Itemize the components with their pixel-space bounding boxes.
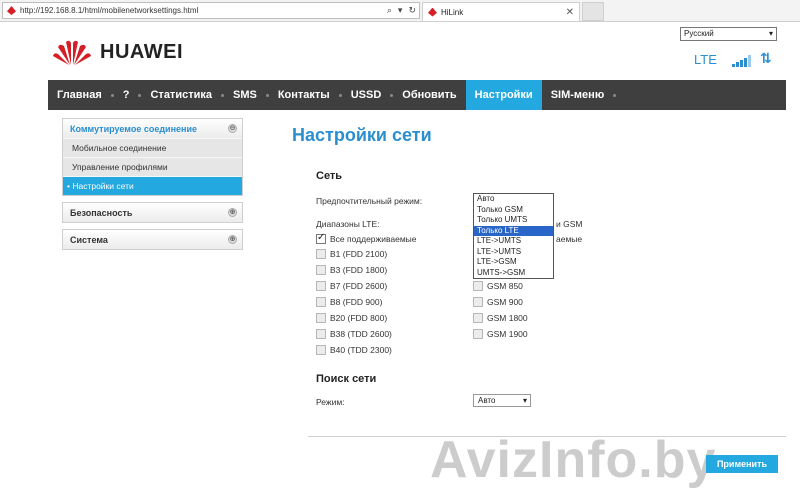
- network-search-section-title: Поиск сети: [316, 373, 377, 385]
- nav-ussd[interactable]: USSD: [342, 80, 391, 110]
- nav-sim-menu[interactable]: SIM-меню: [542, 80, 614, 110]
- language-select[interactable]: Русский ▾: [680, 27, 777, 41]
- expand-icon[interactable]: ⊕: [228, 208, 237, 217]
- lte-band-checkbox[interactable]: [316, 297, 326, 307]
- mode-option[interactable]: Только UMTS: [474, 215, 553, 226]
- lte-band-label: B40 (TDD 2300): [330, 345, 392, 355]
- gsm-band-checkbox[interactable]: [473, 281, 483, 291]
- collapse-icon[interactable]: ⊖: [228, 124, 237, 133]
- gsm-band-checkbox[interactable]: [473, 313, 483, 323]
- sidebar-item-mobile-connection[interactable]: Мобильное соединение: [63, 138, 242, 157]
- mode-option-selected[interactable]: Только LTE: [474, 225, 553, 236]
- mode-option[interactable]: Авто: [474, 194, 553, 205]
- search-mode-label: Режим:: [316, 397, 345, 407]
- nav-sms[interactable]: SMS: [224, 80, 266, 110]
- nav-help[interactable]: ?: [114, 80, 139, 110]
- lte-band-checkbox[interactable]: [316, 249, 326, 259]
- expand-icon[interactable]: ⊕: [228, 235, 237, 244]
- sidebar: Коммутируемое соединение ⊖ Мобильное сое…: [62, 118, 243, 256]
- new-tab-button[interactable]: [582, 2, 604, 21]
- language-value: Русский: [684, 29, 714, 38]
- nav-contacts[interactable]: Контакты: [269, 80, 339, 110]
- lte-band-label: B1 (FDD 2100): [330, 249, 388, 259]
- sidebar-group-dialup-header[interactable]: Коммутируемое соединение ⊖: [63, 119, 242, 138]
- chevron-down-icon: ▾: [768, 29, 773, 38]
- signal-strength-icon: [732, 55, 751, 67]
- gsm-band-label: GSM 1900: [487, 329, 528, 339]
- tab-title: HiLink: [441, 7, 464, 17]
- huawei-logo: HUAWEI: [52, 38, 183, 66]
- lte-all-label: Все поддерживаемые: [330, 234, 417, 244]
- nav-separator: [613, 93, 617, 97]
- browser-tab[interactable]: HiLink ✕: [422, 2, 580, 21]
- lte-band-label: B8 (FDD 900): [330, 297, 383, 307]
- gsm-band-label: GSM 850: [487, 281, 523, 291]
- screen: http://192.168.8.1/html/mobilenetworkset…: [0, 0, 800, 496]
- search-icon[interactable]: ⌕: [384, 5, 395, 16]
- search-mode-select[interactable]: Авто ▾: [473, 394, 531, 407]
- mode-option[interactable]: UMTS->GSM: [474, 268, 553, 279]
- sidebar-group-title: Коммутируемое соединение: [70, 123, 197, 134]
- lte-band-checkbox[interactable]: [316, 345, 326, 355]
- sidebar-group-security-header[interactable]: Безопасность ⊕: [63, 203, 242, 222]
- network-section-title: Сеть: [316, 170, 343, 182]
- sidebar-group-dialup: Коммутируемое соединение ⊖ Мобильное сое…: [62, 118, 243, 196]
- lte-band-label: B3 (FDD 1800): [330, 265, 388, 275]
- nav-statistics[interactable]: Статистика: [141, 80, 221, 110]
- refresh-icon[interactable]: ↻: [405, 5, 419, 16]
- gsm-all-label-partial: аемые: [556, 234, 583, 244]
- address-bar[interactable]: http://192.168.8.1/html/mobilenetworkset…: [2, 2, 420, 19]
- chevron-down-icon: ▾: [522, 396, 527, 405]
- mode-option[interactable]: LTE->UMTS: [474, 247, 553, 258]
- lte-all-checkbox[interactable]: [316, 232, 326, 244]
- watermark: AvizInfo.by: [430, 431, 717, 489]
- lte-band-checkbox[interactable]: [316, 313, 326, 323]
- preferred-mode-dropdown-list[interactable]: Авто Только GSM Только UMTS Только LTE L…: [473, 193, 554, 279]
- apply-button[interactable]: Применить: [706, 455, 778, 473]
- gsm-band-label: GSM 900: [487, 297, 523, 307]
- search-mode-value: Авто: [478, 396, 496, 405]
- sidebar-group-title: Безопасность: [70, 207, 133, 218]
- lte-band-label: B38 (TDD 2600): [330, 329, 392, 339]
- nav-update[interactable]: Обновить: [393, 80, 465, 110]
- nav-home[interactable]: Главная: [48, 80, 111, 110]
- site-favicon-icon: [7, 6, 16, 15]
- sidebar-item-network-settings[interactable]: • Настройки сети: [63, 176, 242, 195]
- mode-option[interactable]: LTE->UMTS: [474, 236, 553, 247]
- tab-favicon-icon: [428, 7, 437, 17]
- gsm-bands-label-partial: и GSM: [556, 219, 583, 229]
- sidebar-group-title: Система: [70, 234, 108, 245]
- lte-band-checkbox[interactable]: [316, 281, 326, 291]
- lte-band-checkbox[interactable]: [316, 265, 326, 275]
- mode-option[interactable]: LTE->GSM: [474, 257, 553, 268]
- chevron-down-icon[interactable]: ▾: [395, 5, 406, 16]
- sidebar-group-system-header[interactable]: Система ⊕: [63, 230, 242, 249]
- brand-name: HUAWEI: [100, 40, 183, 63]
- lte-band-checkbox[interactable]: [316, 329, 326, 339]
- mode-option[interactable]: Только GSM: [474, 205, 553, 216]
- sidebar-item-profile-management[interactable]: Управление профилями: [63, 157, 242, 176]
- gsm-band-label: GSM 1800: [487, 313, 528, 323]
- gsm-band-checkbox[interactable]: [473, 329, 483, 339]
- sidebar-group-security: Безопасность ⊕: [62, 202, 243, 223]
- lte-band-label: B7 (FDD 2600): [330, 281, 388, 291]
- data-transfer-icon: ⇅: [760, 50, 772, 66]
- main-nav: Главная ? Статистика SMS Контакты USSD О…: [48, 80, 786, 110]
- browser-chrome: http://192.168.8.1/html/mobilenetworkset…: [0, 0, 800, 22]
- huawei-flower-icon: [53, 40, 91, 65]
- address-url: http://192.168.8.1/html/mobilenetworkset…: [20, 6, 199, 15]
- network-type-indicator: LTE: [694, 52, 717, 67]
- sidebar-group-system: Система ⊕: [62, 229, 243, 250]
- page-title: Настройки сети: [292, 125, 432, 145]
- gsm-band-checkbox[interactable]: [473, 297, 483, 307]
- close-tab-icon[interactable]: ✕: [566, 7, 574, 18]
- lte-band-label: B20 (FDD 800): [330, 313, 388, 323]
- nav-settings[interactable]: Настройки: [465, 80, 542, 110]
- lte-bands-label: Диапазоны LTE:: [316, 219, 380, 229]
- preferred-mode-label: Предпочтительный режим:: [316, 196, 423, 206]
